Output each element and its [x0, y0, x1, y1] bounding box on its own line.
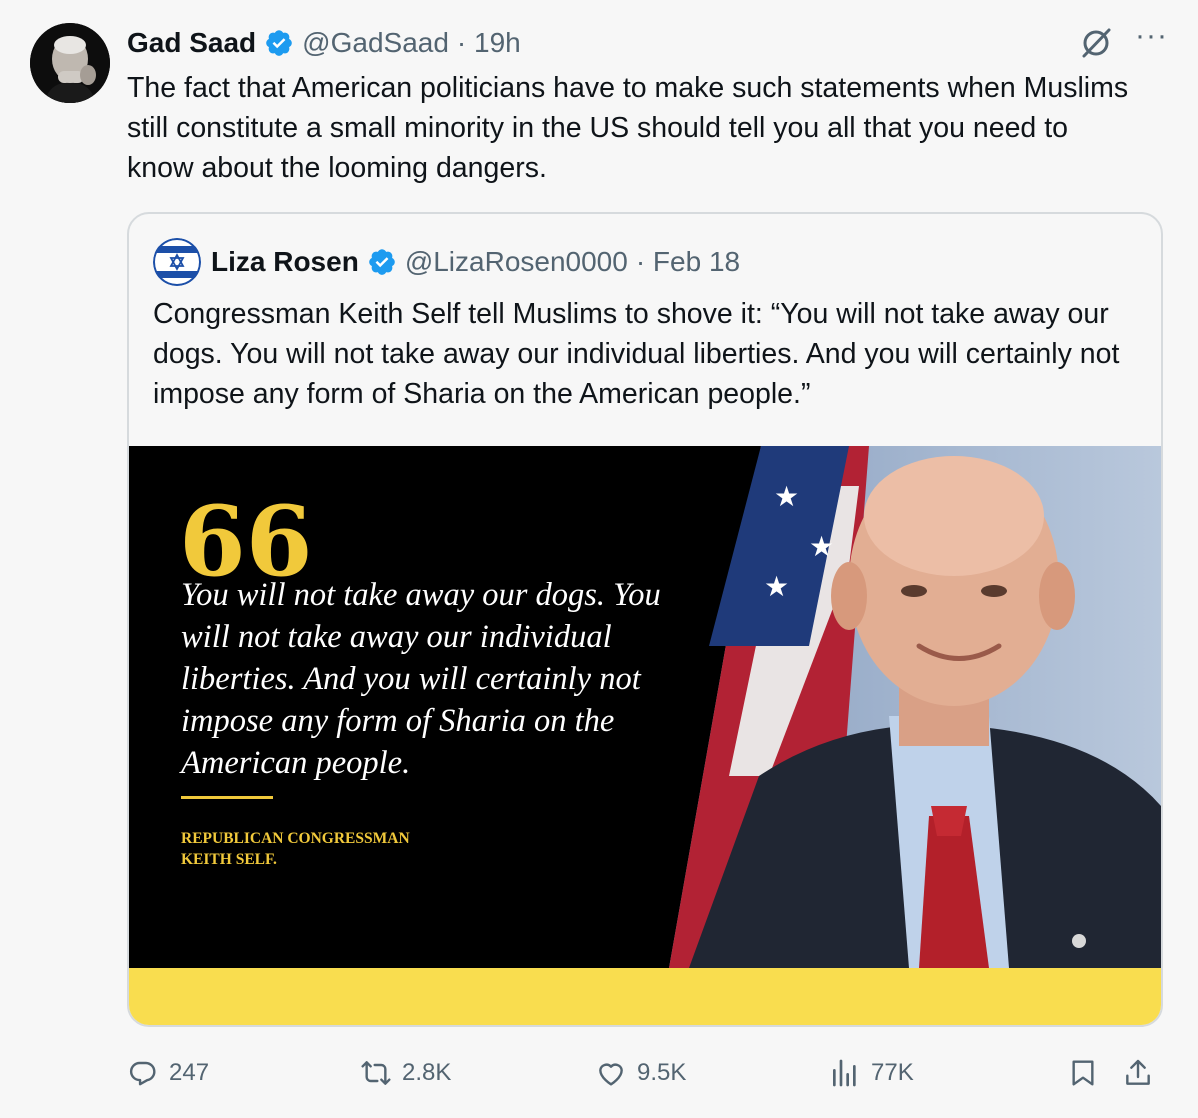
tweet-text: The fact that American politicians have …	[127, 72, 1129, 184]
author-handle[interactable]: @GadSaad	[302, 27, 449, 59]
congressman-portrait: ★ ★ ★	[669, 446, 1161, 968]
more-icon[interactable]: ···	[1135, 21, 1168, 51]
quoted-header: Liza Rosen @LizaRosen0000 · Feb 18	[153, 238, 740, 286]
quoted-media-image[interactable]: ★ ★ ★ 66 You will not take away our dogs…	[129, 446, 1161, 1025]
svg-text:★: ★	[809, 530, 834, 563]
media-yellow-bar	[129, 968, 1161, 1025]
tweet-timestamp[interactable]: · 19h	[457, 27, 521, 59]
media-divider	[181, 796, 273, 799]
verified-badge-icon	[266, 30, 292, 56]
svg-text:★: ★	[774, 480, 799, 513]
bookmark-icon	[1072, 1060, 1094, 1086]
quoted-timestamp[interactable]: · Feb 18	[636, 246, 740, 278]
quoted-author-handle[interactable]: @LizaRosen0000	[405, 246, 628, 278]
views-count: 77K	[871, 1059, 914, 1086]
bookmark-button[interactable]	[1067, 1052, 1099, 1094]
views-button[interactable]: 77K	[829, 1052, 914, 1094]
quoted-tweet[interactable]: Liza Rosen @LizaRosen0000 · Feb 18 Congr…	[127, 212, 1163, 1027]
tweet-header: Gad Saad @GadSaad · 19h	[127, 24, 521, 62]
share-button[interactable]	[1122, 1052, 1154, 1094]
like-count: 9.5K	[637, 1059, 687, 1086]
reply-count: 247	[169, 1059, 210, 1086]
author-avatar[interactable]	[30, 23, 110, 103]
top-actions: ···	[1079, 21, 1168, 62]
reply-icon	[129, 1061, 156, 1086]
quoted-author-name[interactable]: Liza Rosen	[211, 246, 359, 278]
quoted-text: Congressman Keith Self tell Muslims to s…	[153, 298, 1120, 410]
repost-button[interactable]: 2.8K	[360, 1052, 451, 1094]
views-icon	[833, 1059, 856, 1087]
share-icon	[1126, 1059, 1150, 1085]
quoted-avatar[interactable]	[153, 238, 201, 286]
like-icon	[599, 1063, 623, 1086]
grok-icon[interactable]	[1079, 26, 1113, 60]
like-button[interactable]: 9.5K	[595, 1052, 686, 1094]
repost-icon	[361, 1061, 391, 1085]
media-quote-text: You will not take away our dogs. You wil…	[181, 577, 661, 781]
tweet: Gad Saad @GadSaad · 19h ··· The fact tha…	[0, 0, 1198, 1118]
author-name[interactable]: Gad Saad	[127, 27, 256, 59]
reply-button[interactable]: 247	[127, 1052, 209, 1094]
action-bar: 247 2.8K 9.5K 77K	[127, 1052, 1165, 1094]
media-attribution: REPUBLICAN CONGRESSMAN KEITH SELF.	[181, 830, 410, 868]
verified-badge-icon	[369, 249, 395, 275]
repost-count: 2.8K	[402, 1059, 452, 1086]
svg-text:★: ★	[764, 570, 789, 603]
